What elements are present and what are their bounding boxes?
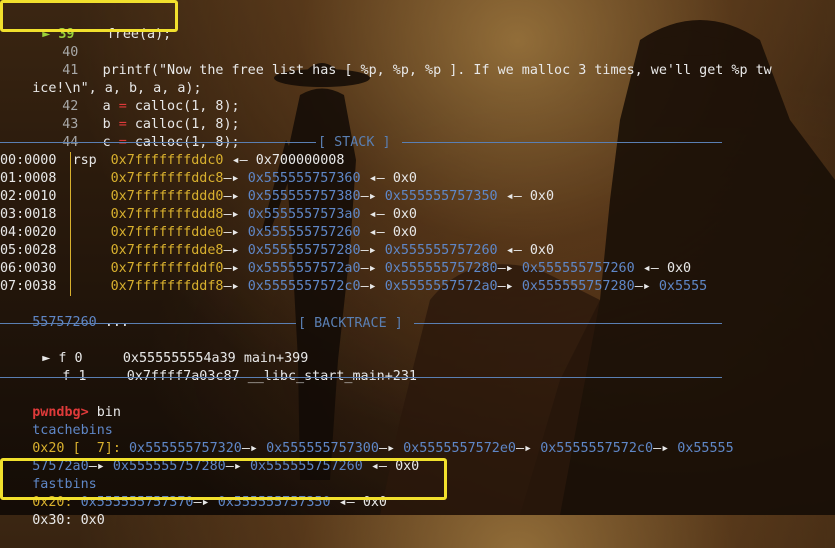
stack-value: 0x5555557572a0	[384, 279, 498, 294]
stack-section-title: [ STACK ]	[318, 135, 391, 150]
section-divider	[0, 323, 296, 324]
pointer-arrow-icon: —▸	[516, 441, 533, 456]
pointer-arrow-icon: —▸	[223, 171, 240, 186]
stack-value: 0x0	[392, 207, 417, 222]
stack-value: 0x555555757260	[521, 261, 635, 276]
value-arrow-icon: ◂—	[368, 207, 385, 222]
stack-value: 0x700000008	[255, 153, 345, 168]
stack-value: 0x0	[392, 225, 417, 240]
stack-row: 07:0038 0x7fffffffddf8—▸ 0x5555557572c0—…	[0, 278, 707, 296]
stack-value: 0x555555757280	[521, 279, 635, 294]
stack-offset: 00:0000	[0, 153, 57, 168]
stack-address: 0x7fffffffddc0	[110, 153, 224, 168]
chunk-address: 0x5555557572c0	[540, 441, 654, 456]
source-line: 43 b = calloc(1, 8);	[30, 98, 239, 132]
current-line-highlight	[0, 0, 178, 32]
tcachebins-heading: tcachebins	[0, 404, 113, 438]
stack-value: 0x555555757360	[247, 171, 361, 186]
source-line: 44 c = calloc(1, 8);	[30, 116, 239, 150]
stack-value: 0x5555557573a0	[247, 207, 361, 222]
stack-offset: 04:0020	[0, 225, 57, 240]
stack-address: 0x7fffffffddf8	[110, 279, 224, 294]
stack-value: 0x555555757380	[247, 189, 361, 204]
section-divider	[402, 142, 722, 143]
backtrace-section-title: [ BACKTRACE ]	[298, 316, 403, 331]
stack-address: 0x7fffffffdde8	[110, 243, 224, 258]
fastbins-highlight	[0, 458, 447, 500]
stack-address: 0x7fffffffddd0	[110, 189, 224, 204]
pointer-arrow-icon: —▸	[360, 189, 377, 204]
chunk-address: 0x5555557572e0	[403, 441, 516, 456]
tcachebin-entry-wrap: 57572a0—▸ 0x555555757280—▸ 0x55555575726…	[0, 440, 419, 474]
stack-address: 0x7fffffffddc8	[110, 171, 224, 186]
stack-row: 03:0018 0x7fffffffddd8—▸ 0x5555557573a0 …	[0, 206, 417, 224]
stack-value: 0x0	[392, 171, 417, 186]
tcachebin-entry: 0x20 [ 7]: 0x555555757320—▸ 0x5555557573…	[0, 422, 733, 456]
stack-offset: 03:0018	[0, 207, 57, 222]
backtrace-frame[interactable]: f 1 0x7ffff7a03c87 __libc_start_main+231	[30, 350, 417, 384]
stack-value: 0x555555757260	[247, 225, 361, 240]
value-arrow-icon: ◂—	[505, 189, 522, 204]
value-arrow-icon: ◂—	[642, 261, 659, 276]
pointer-arrow-icon: —▸	[223, 225, 240, 240]
source-line-wrap: ice!\n", a, b, a, a);	[0, 62, 201, 96]
source-line: 41 printf("Now the free list has [ %p, %…	[30, 44, 771, 78]
bin-entry-text: 0x30: 0x0	[32, 513, 105, 528]
stack-row: 02:0010 0x7fffffffddd0—▸ 0x555555757380—…	[0, 188, 554, 206]
stack-value: 0x5555557572c0	[247, 279, 361, 294]
stack-row: 01:0008 0x7fffffffddc8—▸ 0x555555757360 …	[0, 170, 417, 188]
source-code: printf("Now the free list has [ %p, %p, …	[102, 63, 772, 78]
stack-address: 0x7fffffffddf0	[110, 261, 224, 276]
stack-row: 05:0028 0x7fffffffdde8—▸ 0x555555757280—…	[0, 242, 554, 260]
pointer-arrow-icon: —▸	[634, 279, 651, 294]
stack-value: 0x0	[666, 261, 692, 276]
pointer-arrow-icon: —▸	[653, 441, 670, 456]
value-arrow-icon: ◂—	[505, 243, 522, 258]
pointer-arrow-icon: —▸	[497, 261, 514, 276]
source-line: 42 a = calloc(1, 8);	[30, 80, 239, 114]
stack-address: 0x7fffffffdde0	[110, 225, 224, 240]
stack-value: 0x555555757350	[384, 189, 498, 204]
section-divider	[0, 377, 722, 378]
stack-offset: 07:0038	[0, 279, 57, 294]
chunk-address: 0x55555	[677, 441, 734, 456]
value-arrow-icon: ◂—	[231, 153, 248, 168]
stack-value: 0x555555757280	[384, 261, 498, 276]
backtrace-frame[interactable]: ► f 0 0x555555554a39 main+399	[10, 332, 308, 366]
value-arrow-icon: ◂—	[368, 171, 385, 186]
pointer-arrow-icon: —▸	[360, 243, 377, 258]
pointer-arrow-icon: —▸	[223, 261, 240, 276]
pointer-arrow-icon: —▸	[360, 279, 377, 294]
pointer-arrow-icon: —▸	[223, 279, 240, 294]
pointer-arrow-icon: —▸	[223, 207, 240, 222]
pointer-arrow-icon: —▸	[223, 243, 240, 258]
pointer-arrow-icon: —▸	[360, 261, 377, 276]
stack-offset: 01:0008	[0, 171, 57, 186]
stack-value: 0x555555757260	[384, 243, 498, 258]
stack-value: 0x5555557572a0	[247, 261, 361, 276]
terminal-window[interactable]: ► 39 free(a); 40 41 printf("Now the free…	[0, 0, 835, 528]
section-divider	[0, 142, 316, 143]
stack-row: 04:0020 0x7fffffffdde0—▸ 0x555555757260 …	[0, 224, 417, 242]
stack-offset: 06:0030	[0, 261, 57, 276]
value-arrow-icon: ◂—	[368, 225, 385, 240]
stack-offset: 02:0010	[0, 189, 57, 204]
stack-value: 0x5555	[658, 279, 708, 294]
source-line: 40	[30, 26, 78, 60]
stack-value: 0x0	[529, 243, 555, 258]
pointer-arrow-icon: —▸	[223, 189, 240, 204]
stack-register: rsp	[72, 153, 97, 168]
stack-row: 06:0030 0x7fffffffddf0—▸ 0x5555557572a0—…	[0, 260, 691, 278]
stack-address: 0x7fffffffddd8	[110, 207, 224, 222]
stack-row: 00:0000 rsp 0x7fffffffddc0 ◂— 0x70000000…	[0, 152, 344, 170]
stack-value: 0x0	[529, 189, 555, 204]
pointer-arrow-icon: —▸	[497, 279, 514, 294]
command-line[interactable]: pwndbg> bin	[0, 386, 121, 420]
stack-value: 0x555555757280	[247, 243, 361, 258]
stack-wrap-line: 55757260 ...	[0, 296, 129, 330]
stack-offset: 05:0028	[0, 243, 57, 258]
section-divider	[414, 323, 722, 324]
